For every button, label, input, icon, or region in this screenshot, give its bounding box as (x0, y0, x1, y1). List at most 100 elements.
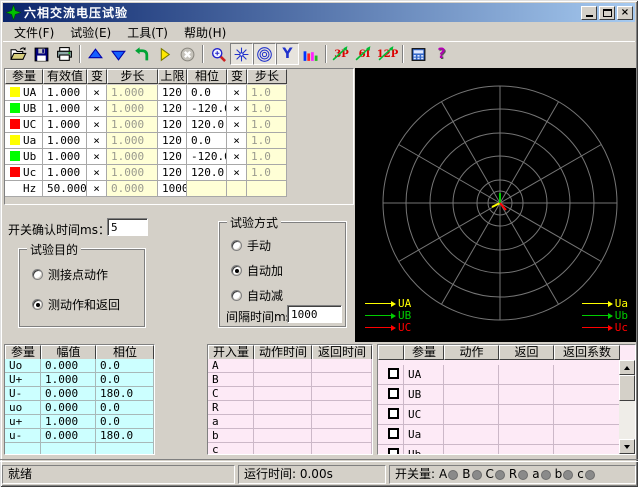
cell-vary2[interactable]: × (227, 117, 247, 133)
radio-auto-decrease[interactable]: 自动减 (231, 287, 283, 304)
reset-button[interactable] (130, 43, 153, 65)
mode-6i-button[interactable]: 6I (353, 43, 376, 65)
radio-auto-increase[interactable]: 自动加 (231, 262, 283, 279)
cell-vary[interactable]: × (87, 101, 107, 117)
cell-step2[interactable]: 1.0 (247, 133, 287, 149)
mode-12p-button[interactable]: 12P (376, 43, 399, 65)
cell-phase[interactable]: 0.0 (187, 133, 227, 149)
cell-phase[interactable]: 0.0 (187, 85, 227, 101)
cell-limit[interactable]: 120 (158, 133, 187, 149)
row-checkbox[interactable] (388, 408, 399, 419)
cell: 0.0 (96, 359, 154, 373)
save-button[interactable] (30, 43, 53, 65)
legend-entry: UB (365, 311, 411, 320)
radio-contact-action[interactable]: 测接点动作 (32, 266, 108, 283)
stop-button[interactable] (176, 43, 199, 65)
cell-limit[interactable]: 120 (158, 149, 187, 165)
maximize-button[interactable] (599, 6, 615, 20)
cell-rms[interactable]: 1.000 (43, 117, 87, 133)
row-checkbox[interactable] (388, 388, 399, 399)
mode-3p-button[interactable]: 3P (330, 43, 353, 65)
bar-chart-button[interactable] (299, 43, 322, 65)
cell-limit[interactable]: 120 (158, 85, 187, 101)
cell-phase[interactable]: -120.0 (187, 101, 227, 117)
cell-step2[interactable]: 1.0 (247, 101, 287, 117)
interval-input[interactable] (287, 305, 342, 323)
cell-vary[interactable]: × (87, 165, 107, 181)
cell-step2[interactable]: 1.0 (247, 117, 287, 133)
up-triangle-icon (87, 46, 104, 63)
cell-step[interactable]: 0.000 (107, 181, 158, 197)
cell-vary2[interactable]: × (227, 165, 247, 181)
menu-tools[interactable]: 工具(T) (120, 23, 175, 42)
menu-test[interactable]: 试验(E) (63, 23, 118, 42)
cell-step2[interactable] (247, 181, 287, 197)
phasor-plot: UA UB UC Ua Ub Uc (355, 68, 636, 342)
menu-file[interactable]: 文件(F) (7, 23, 61, 42)
open-button[interactable] (7, 43, 30, 65)
cell-vary2[interactable]: × (227, 133, 247, 149)
cell-step2[interactable]: 1.0 (247, 85, 287, 101)
cell-vary2[interactable]: × (227, 149, 247, 165)
cell-vary[interactable]: × (87, 133, 107, 149)
cell-rms[interactable]: 1.000 (43, 165, 87, 181)
vertical-scrollbar[interactable] (619, 360, 635, 454)
calculator-button[interactable] (407, 43, 430, 65)
cell-phase[interactable]: 120.0 (187, 117, 227, 133)
scroll-thumb[interactable] (619, 375, 635, 401)
cell-step2[interactable]: 1.0 (247, 165, 287, 181)
start-button[interactable] (153, 43, 176, 65)
cell-rms[interactable]: 1.000 (43, 149, 87, 165)
cell-vary2[interactable] (227, 181, 247, 197)
color-swatch (10, 135, 20, 145)
help-button[interactable]: ? (430, 43, 453, 65)
lower-button[interactable] (107, 43, 130, 65)
cell-limit[interactable]: 120 (158, 165, 187, 181)
cell-vary[interactable]: × (87, 181, 107, 197)
raise-button[interactable] (84, 43, 107, 65)
radio-manual[interactable]: 手动 (231, 237, 271, 254)
cell-rms[interactable]: 50.000 (43, 181, 87, 197)
cell-step[interactable]: 1.000 (107, 101, 158, 117)
scroll-down-button[interactable] (619, 439, 635, 454)
scroll-up-button[interactable] (619, 360, 635, 375)
cell-vary2[interactable]: × (227, 101, 247, 117)
cell-vary[interactable]: × (87, 117, 107, 133)
cell-step[interactable]: 1.000 (107, 85, 158, 101)
phasor-view-button[interactable] (230, 43, 253, 65)
minimize-button[interactable] (581, 6, 597, 20)
row-checkbox[interactable] (388, 448, 399, 455)
cell-rms[interactable]: 1.000 (43, 133, 87, 149)
cell-step[interactable]: 1.000 (107, 165, 158, 181)
menu-help[interactable]: 帮助(H) (177, 23, 233, 42)
cell-vary[interactable]: × (87, 149, 107, 165)
zoom-button[interactable] (207, 43, 230, 65)
cell-phase[interactable]: 120.0 (187, 165, 227, 181)
col-header: 开入量 (208, 345, 254, 360)
cell-rms[interactable]: 1.000 (43, 85, 87, 101)
cell-step[interactable]: 1.000 (107, 133, 158, 149)
cell-step2[interactable]: 1.0 (247, 149, 287, 165)
magnifier-icon (210, 46, 227, 63)
radio-action-return[interactable]: 测动作和返回 (32, 296, 120, 313)
row-checkbox[interactable] (388, 368, 399, 379)
confirm-time-input[interactable] (107, 218, 148, 236)
cell-limit[interactable]: 120 (158, 101, 187, 117)
circle-view-button[interactable] (253, 43, 276, 65)
close-button[interactable]: × (617, 6, 633, 20)
col-header: 有效值 (43, 69, 87, 84)
cell-phase[interactable] (187, 181, 227, 197)
cell-limit[interactable]: 1000 (158, 181, 187, 197)
title-bar[interactable]: 六相交流电压试验 × (3, 3, 635, 22)
cell-vary[interactable]: × (87, 85, 107, 101)
cell-step[interactable]: 1.000 (107, 117, 158, 133)
cell-limit[interactable]: 120 (158, 117, 187, 133)
print-button[interactable] (53, 43, 76, 65)
col-header: 相位 (187, 69, 227, 84)
row-checkbox[interactable] (388, 428, 399, 439)
cell-rms[interactable]: 1.000 (43, 101, 87, 117)
cell-vary2[interactable]: × (227, 85, 247, 101)
cell-phase[interactable]: -120.0 (187, 149, 227, 165)
cell-step[interactable]: 1.000 (107, 149, 158, 165)
y-view-button[interactable]: Y (276, 43, 299, 65)
